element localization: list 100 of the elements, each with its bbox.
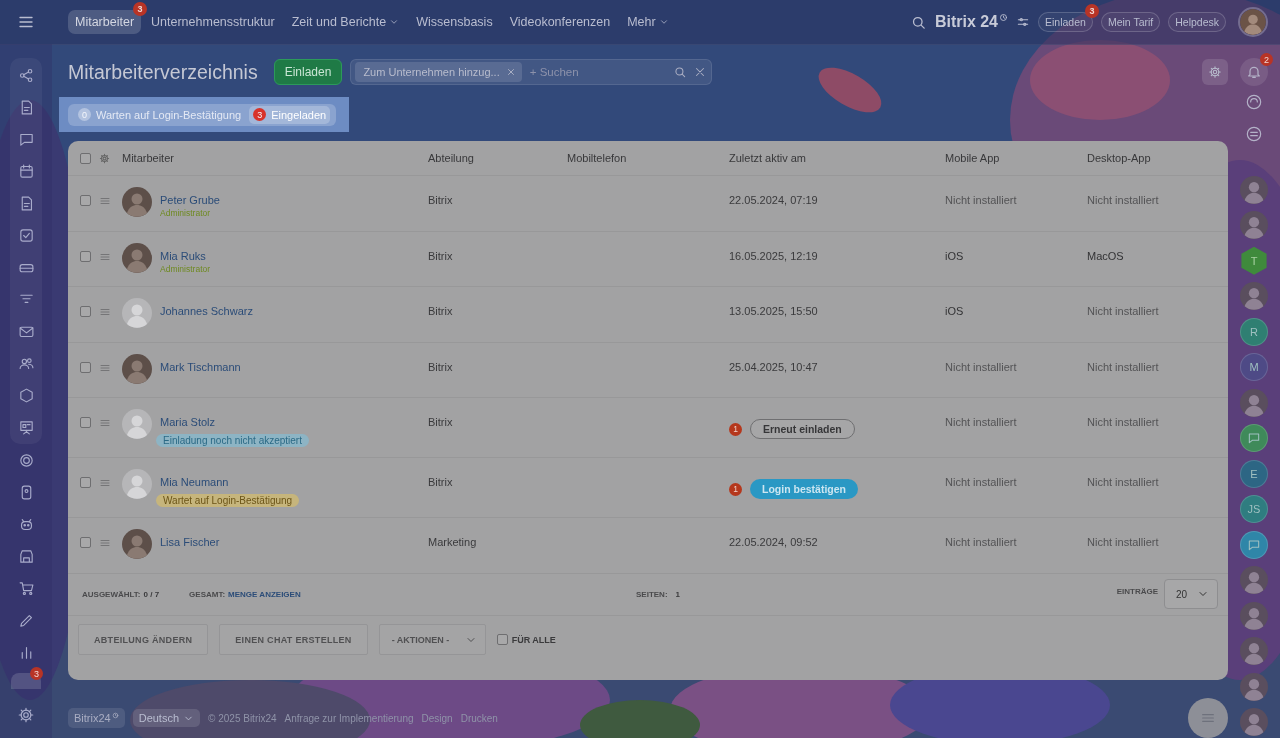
contact-avatar[interactable] [1240, 672, 1268, 701]
page-title: Mitarbeiterverzeichnis [68, 60, 258, 84]
user-avatar[interactable] [1238, 7, 1268, 37]
employee-name-link[interactable]: Mia Ruks [160, 248, 211, 263]
last-active-text: 22.05.2024, 07:19 [729, 193, 818, 206]
contact-avatar[interactable] [1240, 601, 1268, 630]
invite-button[interactable]: Einladen [273, 59, 343, 85]
contact-avatar[interactable] [1240, 211, 1268, 240]
employee-name-link[interactable]: Mark Tischmann [160, 359, 241, 374]
employee-name-link[interactable]: Peter Grube [160, 193, 220, 207]
status-tag: Wartet auf Login-Bestätigung [156, 494, 300, 507]
count-badge: 1 [729, 482, 742, 496]
chat-icon [1247, 431, 1261, 446]
brand-badge: Bitrix24 [68, 708, 125, 728]
entries-select[interactable]: 20 [1164, 579, 1218, 609]
row-checkbox[interactable] [80, 361, 91, 373]
language-select[interactable]: Deutsch [132, 709, 201, 727]
sliders-icon[interactable] [1016, 15, 1030, 29]
employee-name-link[interactable]: Mia Neumann [160, 475, 300, 489]
store-icon[interactable] [17, 547, 35, 565]
reinvite-button[interactable]: Erneut einladen [750, 419, 855, 439]
drag-handle-icon[interactable] [99, 306, 111, 318]
header-button[interactable]: Helpdesk [1168, 12, 1226, 32]
contact-avatar[interactable] [1240, 175, 1268, 204]
search-field[interactable]: Zum Unternehmen hinzug... + Suchen [350, 59, 713, 85]
bell-icon [1246, 64, 1262, 80]
nav-tab[interactable]: Videokonferenzen [502, 10, 618, 34]
selected-count: 0 / 7 [143, 589, 160, 599]
column-header[interactable]: Zuletzt aktiv am [729, 152, 945, 164]
footer-link[interactable]: Drucken [460, 712, 498, 724]
nav-tab[interactable]: Zeit und Berichte [284, 10, 407, 34]
row-checkbox[interactable] [80, 477, 91, 488]
total-label: GESAMT: [189, 589, 226, 599]
checkbox-icon[interactable] [17, 226, 35, 244]
column-header[interactable]: Abteilung [428, 152, 567, 164]
notifications-button[interactable] [1240, 58, 1268, 86]
contact-avatar[interactable] [1240, 388, 1268, 417]
app-status-text: MacOS [1087, 248, 1124, 262]
actions-select[interactable]: - AKTIONEN - [378, 624, 486, 655]
chevron-icon [389, 17, 400, 27]
calendar-icon[interactable] [17, 162, 35, 180]
contact-avatar[interactable] [1240, 566, 1268, 595]
department-text: Bitrix [428, 305, 453, 317]
column-header[interactable]: Mitarbeiter [122, 152, 428, 164]
header-button[interactable]: Mein Tarif [1100, 12, 1161, 32]
drag-handle-icon[interactable] [99, 537, 111, 549]
row-checkbox[interactable] [80, 537, 91, 548]
app-status-text: Nicht installiert [945, 535, 1017, 548]
chat-icon [1247, 537, 1261, 552]
app-status-text: Nicht installiert [1087, 359, 1159, 373]
drag-handle-icon[interactable] [99, 477, 111, 489]
drag-handle-icon[interactable] [99, 195, 111, 207]
nav-tab[interactable]: Wissensbasis [409, 10, 500, 34]
presentation-icon[interactable] [17, 418, 35, 436]
filter-preset[interactable]: 3 Eingeladen [249, 105, 331, 124]
column-header[interactable]: Mobile App [945, 152, 1087, 164]
drag-handle-icon[interactable] [99, 417, 111, 429]
department-text: Bitrix [428, 249, 453, 262]
department-text: Bitrix [428, 416, 453, 428]
show-count-link[interactable]: MENGE ANZEIGEN [228, 589, 301, 599]
settings-button[interactable] [1202, 59, 1228, 85]
row-checkbox[interactable] [80, 195, 91, 206]
settings-icon[interactable] [17, 706, 35, 724]
department-text: Marketing [428, 536, 477, 548]
employee-name-link[interactable]: Lisa Fischer [160, 535, 220, 549]
employee-name-link[interactable]: Maria Stolz [160, 415, 309, 429]
target-icon[interactable] [17, 451, 35, 469]
department-text: Bitrix [428, 476, 453, 488]
remove-icon[interactable] [505, 67, 516, 77]
app-status-text: Nicht installiert [1087, 304, 1159, 317]
contact-avatar[interactable] [1240, 282, 1268, 311]
column-header[interactable]: Desktop-App [1087, 152, 1228, 164]
for-all-checkbox[interactable] [496, 634, 508, 645]
column-header[interactable]: Mobiltelefon [567, 152, 729, 164]
action-button[interactable]: ABTEILUNG ÄNDERN [78, 624, 209, 655]
entries-label: EINTRÄGE [1116, 586, 1158, 596]
filter-tag[interactable]: Zum Unternehmen hinzug... [355, 62, 522, 82]
gear-icon[interactable] [99, 152, 110, 164]
app-tile[interactable] [11, 673, 41, 689]
row-checkbox[interactable] [80, 417, 91, 428]
footer-link[interactable]: Design [421, 712, 453, 724]
employee-name-link[interactable]: Johannes Schwarz [160, 304, 253, 318]
row-checkbox[interactable] [80, 250, 91, 262]
cart-icon[interactable] [17, 579, 35, 597]
action-button[interactable]: EINEN CHAT ERSTELLEN [219, 624, 368, 655]
app-status-text: Nicht installiert [1087, 193, 1159, 206]
department-text: Bitrix [428, 360, 453, 373]
copyright-text: © 2025 Bitrix24 [208, 712, 277, 724]
app-status-text: Nicht installiert [1087, 535, 1159, 548]
contact-avatar[interactable] [1240, 708, 1268, 737]
contact-avatar[interactable] [1240, 637, 1268, 666]
confirm-button[interactable]: Login bestätigen [750, 479, 858, 499]
nodes-icon[interactable] [17, 66, 35, 84]
select-all-checkbox[interactable] [80, 152, 91, 164]
row-checkbox[interactable] [80, 306, 91, 317]
app-status-text: Nicht installiert [1087, 475, 1159, 488]
search-icon[interactable] [673, 65, 688, 79]
footer-link[interactable]: Anfrage zur Implementierung [284, 712, 414, 724]
nav-tab[interactable]: Mehr [620, 10, 676, 34]
hexagon-icon[interactable] [17, 386, 35, 404]
